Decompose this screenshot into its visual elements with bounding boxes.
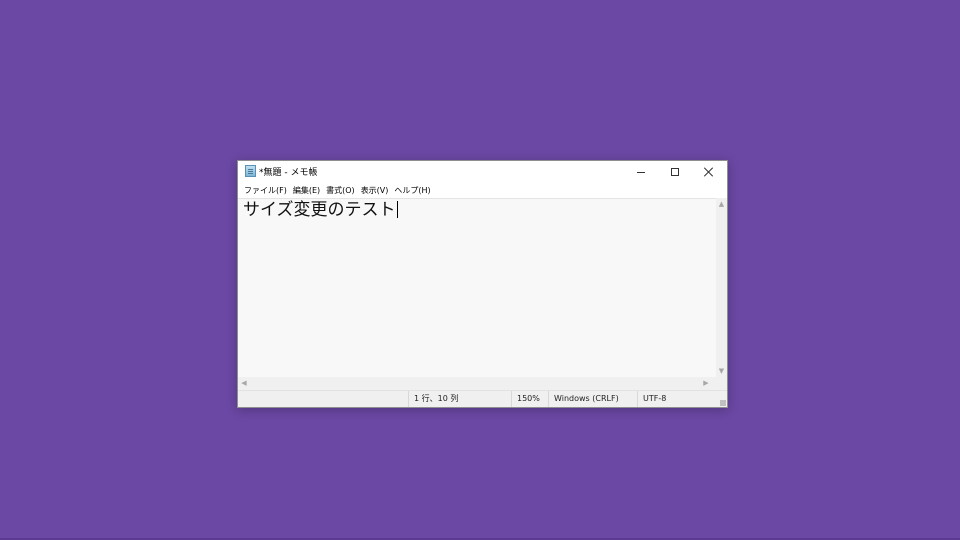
status-line-ending: Windows (CRLF) [548, 391, 637, 407]
maximize-button[interactable] [658, 161, 692, 183]
horizontal-scrollbar[interactable]: ◀ ▶ [238, 377, 716, 389]
text-editor[interactable]: サイズ変更のテスト [238, 198, 716, 377]
menu-help[interactable]: ヘルプ(H) [391, 185, 433, 196]
title-bar[interactable]: *無題 - メモ帳 [238, 161, 727, 183]
scroll-down-icon[interactable]: ▼ [716, 365, 727, 377]
menu-bar: ファイル(F) 編集(E) 書式(O) 表示(V) ヘルプ(H) [238, 183, 727, 198]
close-icon [704, 167, 714, 177]
status-zoom: 150% [511, 391, 548, 407]
scroll-left-icon[interactable]: ◀ [238, 377, 250, 389]
close-button[interactable] [692, 161, 726, 183]
minimize-button[interactable] [624, 161, 658, 183]
menu-format[interactable]: 書式(O) [323, 185, 358, 196]
notepad-window: *無題 - メモ帳 ファイル(F) 編集(E) 書式(O) 表示(V) ヘルプ(… [237, 160, 728, 408]
editor-text: サイズ変更のテスト [243, 200, 396, 220]
scroll-up-icon[interactable]: ▲ [716, 198, 727, 210]
text-caret [396, 201, 398, 218]
scroll-right-icon[interactable]: ▶ [700, 377, 712, 389]
maximize-icon [671, 168, 679, 176]
menu-view[interactable]: 表示(V) [358, 185, 392, 196]
vertical-scrollbar[interactable]: ▲ ▼ [716, 198, 727, 377]
status-bar: 1 行、10 列 150% Windows (CRLF) UTF-8 [238, 390, 727, 407]
status-cursor-position: 1 行、10 列 [408, 391, 512, 407]
editor-content[interactable]: サイズ変更のテスト [243, 199, 398, 221]
minimize-icon [637, 171, 645, 173]
status-encoding: UTF-8 [637, 391, 727, 407]
menu-edit[interactable]: 編集(E) [290, 185, 323, 196]
window-title: *無題 - メモ帳 [259, 168, 318, 178]
resize-grip-icon[interactable] [720, 400, 726, 406]
menu-file[interactable]: ファイル(F) [241, 185, 290, 196]
scrollbar-corner [716, 377, 727, 389]
notepad-app-icon [245, 165, 256, 177]
